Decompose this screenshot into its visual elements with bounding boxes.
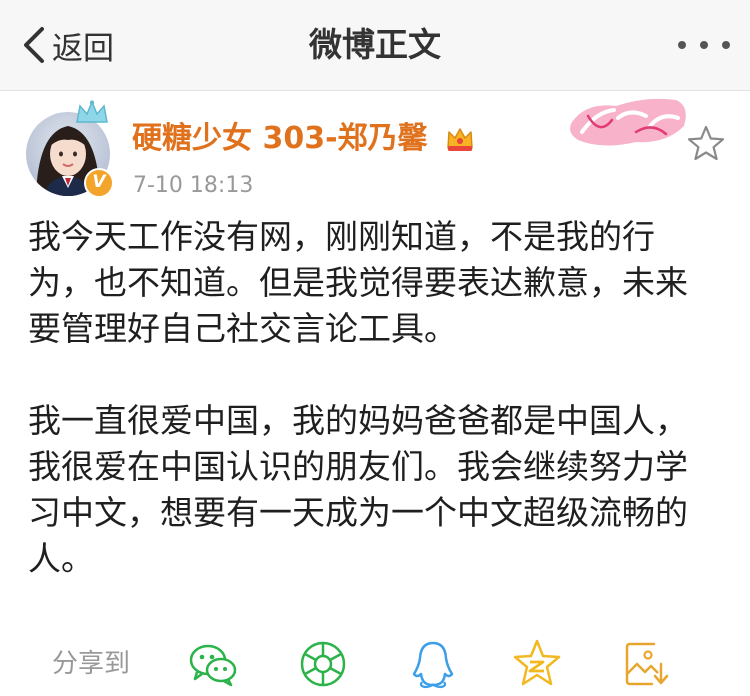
avatar-container[interactable]: V — [26, 100, 116, 198]
save-image-icon[interactable] — [620, 638, 674, 690]
qq-icon[interactable] — [406, 638, 460, 690]
post-paragraph: 我今天工作没有网，刚刚知道，不是我的行 为，也不知道。但是我觉得要表达歉意，未来… — [28, 214, 728, 352]
share-bar: 分享到 — [0, 636, 750, 694]
share-label: 分享到 — [52, 649, 131, 679]
text-line: 人。 — [28, 539, 94, 578]
verified-badge-icon: V — [84, 168, 114, 198]
more-dot-icon — [678, 41, 686, 49]
post-content: 我今天工作没有网，刚刚知道，不是我的行 为，也不知道。但是我觉得要表达歉意，未来… — [28, 214, 728, 628]
card-decoration-icon — [570, 98, 686, 146]
favorite-star-icon[interactable] — [686, 124, 726, 162]
post-timestamp: 7-10 18:13 — [133, 173, 254, 198]
username-link[interactable]: 硬糖少女 303-郑乃馨 — [132, 121, 428, 157]
text-line: 习中文，想要有一天成为一个中文超级流畅的 — [28, 493, 688, 532]
post-paragraph: 我一直很爱中国，我的妈妈爸爸都是中国人， 我很爱在中国认识的朋友们。我会继续努力… — [28, 398, 728, 582]
vip-crown-icon — [447, 128, 473, 151]
crown-icon — [76, 100, 108, 123]
qzone-icon[interactable] — [510, 638, 564, 690]
navigation-bar: 返回 微博正文 — [0, 0, 750, 91]
wechat-icon[interactable] — [186, 638, 240, 690]
text-line: 我今天工作没有网，刚刚知道，不是我的行 — [28, 217, 655, 256]
more-dot-icon — [722, 41, 730, 49]
moments-icon[interactable] — [296, 638, 350, 690]
text-line: 要管理好自己社交言论工具。 — [28, 309, 457, 348]
text-line: 为，也不知道。但是我觉得要表达歉意，未来 — [28, 263, 688, 302]
more-dot-icon — [700, 41, 708, 49]
page-title: 微博正文 — [309, 25, 441, 64]
text-line: 我一直很爱中国，我的妈妈爸爸都是中国人， — [28, 401, 688, 440]
text-line: 我很爱在中国认识的朋友们。我会继续努力学 — [28, 447, 688, 486]
more-options-button[interactable] — [678, 30, 730, 60]
